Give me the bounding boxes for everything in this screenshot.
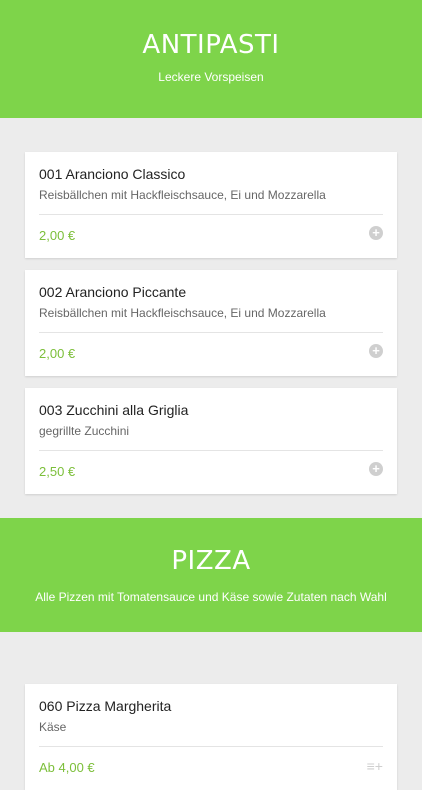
- section-header-antipasti: ANTIPASTI Leckere Vorspeisen: [0, 0, 422, 118]
- item-price: 2,00 €: [39, 228, 76, 243]
- plus-circle-icon[interactable]: +: [369, 344, 383, 358]
- divider: [39, 450, 383, 451]
- menu-item-card[interactable]: 060 Pizza Margherita Käse Ab 4,00 € ≡+: [25, 684, 397, 790]
- list-add-icon[interactable]: ≡+: [367, 758, 383, 774]
- divider: [39, 214, 383, 215]
- plus-circle-icon[interactable]: +: [369, 226, 383, 240]
- item-description: gegrillte Zucchini: [39, 424, 130, 438]
- divider: [39, 332, 383, 333]
- menu-item-card[interactable]: 001 Aranciono Classico Reisbällchen mit …: [25, 152, 397, 258]
- menu-item-card[interactable]: 002 Aranciono Piccante Reisbällchen mit …: [25, 270, 397, 376]
- section-subtitle: Alle Pizzen mit Tomatensauce und Käse so…: [35, 590, 387, 604]
- plus-circle-icon[interactable]: +: [369, 462, 383, 476]
- item-description: Käse: [39, 720, 67, 734]
- item-price: Ab 4,00 €: [39, 760, 95, 775]
- item-description: Reisbällchen mit Hackfleischsauce, Ei un…: [39, 306, 326, 320]
- item-price: 2,00 €: [39, 346, 76, 361]
- item-price: 2,50 €: [39, 464, 76, 479]
- section-title: PIZZA: [171, 546, 251, 576]
- menu-item-card[interactable]: 003 Zucchini alla Griglia gegrillte Zucc…: [25, 388, 397, 494]
- antipasti-list: 001 Aranciono Classico Reisbällchen mit …: [0, 118, 422, 494]
- item-name: 060 Pizza Margherita: [39, 698, 172, 714]
- item-description: Reisbällchen mit Hackfleischsauce, Ei un…: [39, 188, 326, 202]
- item-name: 001 Aranciono Classico: [39, 166, 186, 182]
- divider: [39, 746, 383, 747]
- section-subtitle: Leckere Vorspeisen: [158, 70, 264, 84]
- item-name: 003 Zucchini alla Griglia: [39, 402, 189, 418]
- section-title: ANTIPASTI: [142, 30, 280, 60]
- item-name: 002 Aranciono Piccante: [39, 284, 187, 300]
- section-header-pizza: PIZZA Alle Pizzen mit Tomatensauce und K…: [0, 518, 422, 632]
- pizza-list: 060 Pizza Margherita Käse Ab 4,00 € ≡+: [0, 632, 422, 790]
